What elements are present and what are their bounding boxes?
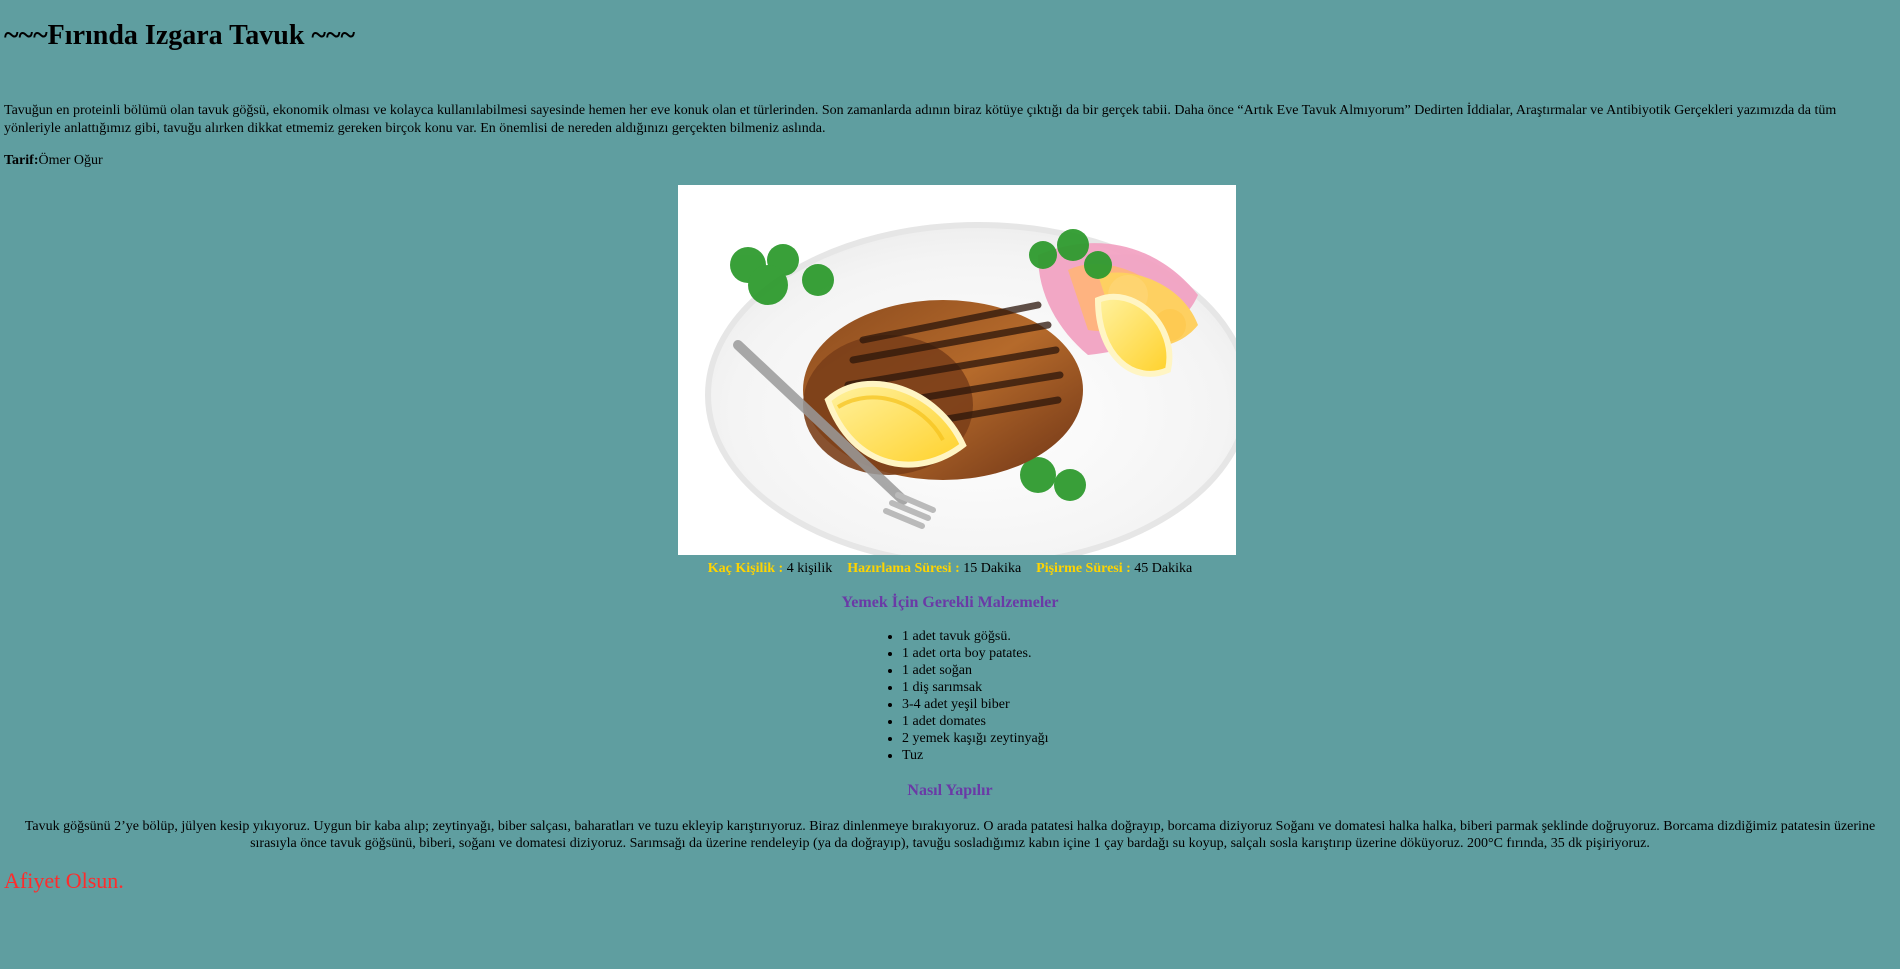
ingredient-item: Tuz (902, 747, 1049, 764)
ingredient-item: 1 adet tavuk göğsü. (902, 628, 1049, 645)
cook-time-label: Pişirme Süresi : (1036, 561, 1131, 576)
ingredients-title: Yemek İçin Gerekli Malzemeler (841, 594, 1059, 611)
instructions-title: Nasıl Yapılır (907, 782, 993, 799)
author-label: Tarif: (4, 153, 39, 168)
grilled-chicken-illustration (678, 185, 1236, 555)
intro-paragraph: Tavuğun en proteinli bölümü olan tavuk g… (4, 103, 1837, 136)
ingredient-item: 1 adet domates (902, 713, 1049, 730)
servings-value: 4 kişilik (786, 561, 833, 576)
ingredient-item: 1 adet soğan (902, 662, 1049, 679)
recipe-page: ~~~Fırında Izgara Tavuk ~~~ Tavuğun en p… (0, 0, 1900, 969)
ingredients-list: 1 adet tavuk göğsü. 1 adet orta boy pata… (902, 628, 1049, 764)
prep-time-value: 15 Dakika (963, 561, 1022, 576)
prep-time-label: Hazırlama Süresi : (847, 561, 960, 576)
recipe-author: Tarif:Ömer Oğur (4, 152, 103, 170)
closing-message: Afiyet Olsun. (4, 868, 124, 893)
cook-time-value: 45 Dakika (1134, 561, 1193, 576)
author-name: Ömer Oğur (38, 153, 103, 168)
ingredient-item: 2 yemek kaşığı zeytinyağı (902, 730, 1049, 747)
instructions-text: Tavuk göğsünü 2’ye bölüp, jülyen kesip y… (24, 819, 1876, 851)
servings-label: Kaç Kişilik : (707, 561, 784, 576)
ingredient-item: 1 adet orta boy patates. (902, 645, 1049, 662)
ingredient-item: 1 diş sarımsak (902, 679, 1049, 696)
recipe-meta: Kaç Kişilik : 4 kişilik Hazırlama Süresi… (0, 560, 1900, 578)
ingredient-item: 3-4 adet yeşil biber (902, 696, 1049, 713)
grilled-chicken-image (678, 185, 1236, 555)
page-title: ~~~Fırında Izgara Tavuk ~~~ (4, 20, 356, 51)
